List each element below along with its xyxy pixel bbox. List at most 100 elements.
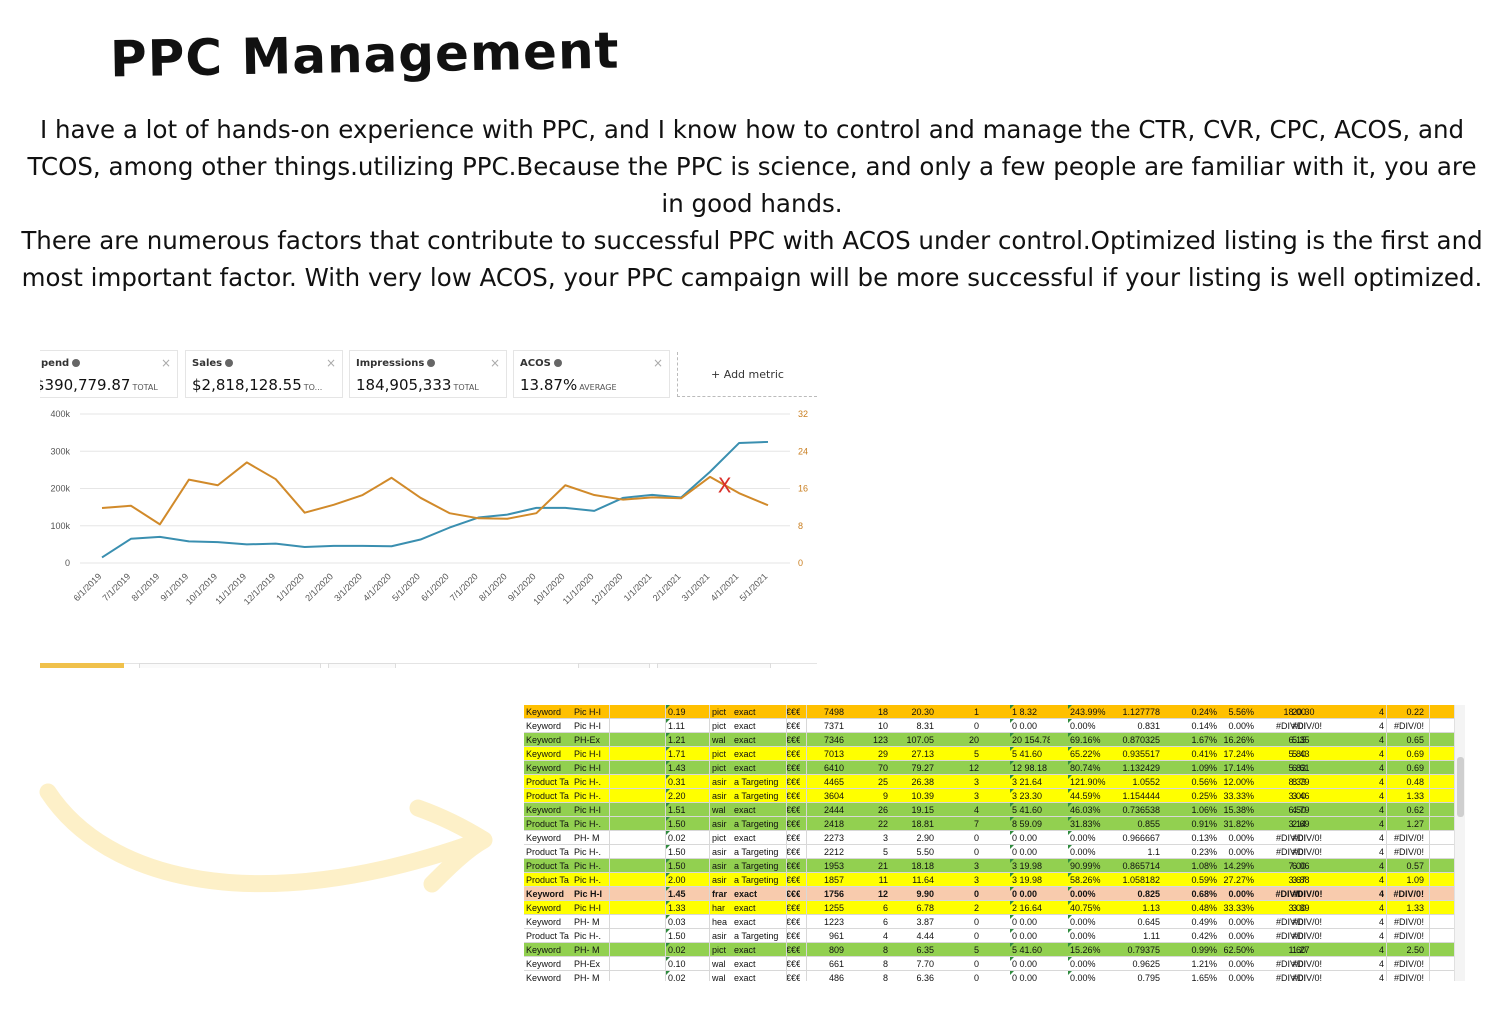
add-metric-button[interactable]: + Add metric [677,352,817,397]
metric-suffix: TOTAL [132,383,158,392]
metric-suffix: TOTAL [453,383,479,392]
table-cell-ctr: 0.41% [1191,749,1217,759]
y-left-tick-label: 100k [50,521,70,531]
table-cell-match2: a Targeting [734,875,779,885]
table-row[interactable]: Keyword Pic H-I 1.11 pict exact €€€ 7371 10 8.31… [524,719,1454,733]
table-cell-clicks: 6 [882,917,888,927]
cell-error-marker-icon [666,859,670,863]
table-row[interactable]: Product Ta Pic H-. 1.50 asir a Targeting €€€ 2… [524,817,1454,831]
close-icon[interactable]: × [490,356,500,370]
metric-card-acos[interactable]: ACOS 13.87% AVERAGE × [513,350,670,398]
tab[interactable] [657,663,771,668]
table-cell-impr: 1223 [823,917,844,927]
table-row[interactable]: Keyword PH- M 0.03 hea exact €€€ 1223 6 3.87 0 0 0… [524,915,1454,929]
cell-error-marker-icon [1068,719,1072,723]
table-cell-acos: 44.59% [1070,791,1101,801]
table-cell-match2: exact [734,973,756,981]
scrollbar-thumb[interactable] [1457,757,1464,817]
table-cell-cpc: 1.50 [668,819,686,829]
table-cell-bid: €€€ [786,735,800,745]
cell-error-marker-icon [1010,747,1014,751]
close-icon[interactable]: × [161,356,171,370]
table-cell-cvr: 62.50% [1223,945,1254,955]
table-cell-result: #DIV/0! [1393,889,1424,899]
table-cell-orders: 0 [973,931,979,941]
metric-card-impressions[interactable]: Impressions 184,905,333 TOTAL × [349,350,507,398]
cell-error-marker-icon [1068,901,1072,905]
y-left-tick-label: 200k [50,484,70,494]
table-cell-impr: 4465 [823,777,844,787]
cell-error-marker-icon [666,705,670,709]
table-cell-cvr: 33.33% [1223,903,1254,913]
table-row[interactable]: Product Ta Pic H-. 1.50 asir a Targeting €€€ 9… [524,929,1454,943]
table-cell-roas: 0.865714 [1122,861,1160,871]
table-cell-match1: wal [712,805,726,815]
metric-label: Impressions [356,358,425,369]
table-cell-bid: €€€ [786,791,800,801]
y-right-tick-label: 16 [798,484,808,494]
metric-card-sales[interactable]: Sales $2,818,128.55 TO... × [185,350,343,398]
table-row[interactable]: Product Ta Pic H-. 1.50 asir a Targeting €€€ 1… [524,859,1454,873]
table-cell-spend: 10.39 [911,791,934,801]
table-cell-type: Keyword [526,903,562,913]
cell-error-marker-icon [1010,859,1014,863]
table-cell-cpc: 1.45 [668,889,686,899]
page-title: PPC Management [109,21,620,89]
table-row[interactable]: Keyword Pic H-I 1.33 har exact €€€ 1255 6 6.78 2 2… [524,901,1454,915]
table-cell-bid: €€€ [786,763,800,773]
tab[interactable] [578,663,650,668]
close-icon[interactable]: × [326,356,336,370]
table-cell-sales: 1 8.32 [1012,707,1038,717]
table-row[interactable]: Product Ta Pic H-. 1.50 asir a Targeting €€€ 2… [524,845,1454,859]
ppc-dashboard: pend $390,779.87 TOTAL × Sales $2,818,128… [40,348,817,668]
table-cell-type: Keyword [526,833,562,843]
cell-error-marker-icon [666,929,670,933]
cell-error-marker-icon [1010,845,1014,849]
table-row[interactable]: Keyword PH-Ex 0.10 wal exact €€€ 661 8 7.70 0 0 0.… [524,957,1454,971]
table-row[interactable]: Keyword PH- M 0.02 pict exact €€€ 809 8 6.35 5 5 4… [524,943,1454,957]
tab-active[interactable] [40,663,124,668]
table-row[interactable]: Keyword PH- M 0.02 wal exact €€€ 486 8 6.36 0 0 0.… [524,971,1454,981]
table-row[interactable]: Keyword Pic H-I 1.71 pict exact €€€ 7013 29 27.1… [524,747,1454,761]
tab[interactable] [139,663,321,668]
column-divider [806,705,807,981]
table-row[interactable]: Product Ta Pic H-. 0.31 asir a Targeting €€€ 4… [524,775,1454,789]
table-row[interactable]: Keyword PH-Ex 1.21 wal exact €€€ 7346 123 107.05… [524,733,1454,747]
table-cell-cvr: 33.33% [1223,791,1254,801]
table-cell-campaign: Pic H-I [574,805,601,815]
table-cell-spend: 20.30 [911,707,934,717]
table-row[interactable]: Keyword Pic H-I 1.45 frar exact €€€ 1756 12 9.90… [524,887,1454,901]
table-cell-result: #DIV/0! [1393,847,1424,857]
table-cell-campaign: PH-Ex [574,959,601,969]
table-cell-roas: 0.825 [1137,889,1160,899]
table-row[interactable]: Keyword Pic H-I 1.43 pict exact €€€ 6410 70 79.2… [524,761,1454,775]
cell-error-marker-icon [1068,859,1072,863]
table-cell-result: 0.22 [1406,707,1424,717]
table-cell-clicks: 8 [882,973,888,981]
red-x-marker: X [718,474,732,498]
table-cell-campaign: Pic H-I [574,903,601,913]
table-cell-clicks: 12 [877,889,888,899]
table-cell-cvr: 0.00% [1228,889,1254,899]
close-icon[interactable]: × [653,356,663,370]
table-row[interactable]: Keyword Pic H-I 0.19 pict exact €€€ 7498 18 20.3… [524,705,1454,719]
cell-error-marker-icon [1068,957,1072,961]
tab[interactable] [328,663,396,668]
table-row[interactable]: Product Ta Pic H-. 2.20 asir a Targeting €€€ 3… [524,789,1454,803]
table-row[interactable]: Keyword Pic H-I 1.51 wal exact €€€ 2444 26 19.15… [524,803,1454,817]
table-cell-result: 0.48 [1406,777,1424,787]
vertical-scrollbar[interactable] [1454,705,1465,981]
table-cell-cvr: 0.00% [1228,917,1254,927]
table-cell-result: 0.69 [1406,749,1424,759]
cell-error-marker-icon [1068,873,1072,877]
table-row[interactable]: Product Ta Pic H-. 2.00 asir a Targeting €€€ 1… [524,873,1454,887]
table-row[interactable]: Keyword PH- M 0.02 pict exact €€€ 2273 3 2.90 0 0 … [524,831,1454,845]
metric-label: Sales [192,358,223,369]
intro-paragraph: I have a lot of hands-on experience with… [27,115,1477,218]
table-cell-match1: pict [712,833,727,843]
metric-card-spend[interactable]: pend $390,779.87 TOTAL × [40,350,178,398]
table-cell-roas: 0.79375 [1127,945,1160,955]
cell-error-marker-icon [1068,803,1072,807]
table-cell-acos: 69.16% [1070,735,1101,745]
table-cell-spend: 4.44 [916,931,934,941]
